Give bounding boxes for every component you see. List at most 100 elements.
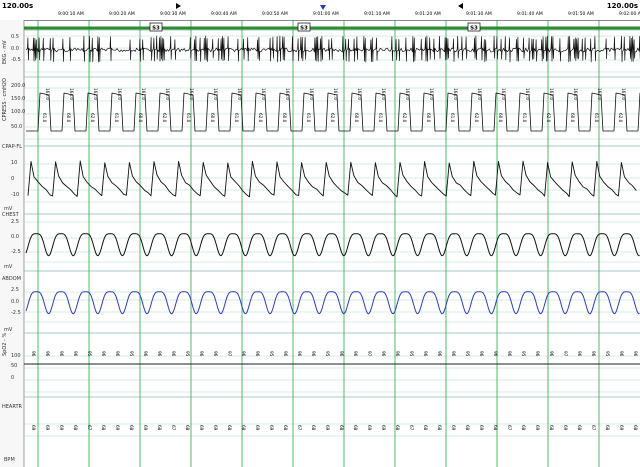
event-marker-label: S3 [300, 26, 308, 32]
cpress-peak-label: 161.0 [141, 88, 146, 100]
spo2-value-label: 96 [395, 351, 400, 357]
unit-label-abdom: mV [4, 327, 13, 333]
heartr-value-label: 69 [479, 425, 484, 431]
cpress-trough-label: 61.0 [234, 113, 239, 123]
cpress-peak-label: 162.0 [261, 88, 266, 100]
cpress-trough-label: 61.0 [522, 113, 527, 123]
heartr-value-label: 68 [549, 425, 554, 431]
cpress-trough-label: 60.0 [282, 113, 287, 123]
tick-label-cpress: 50.0 [11, 124, 23, 130]
spo2-value-label: 96 [241, 351, 246, 357]
spo2-value-label: 95 [325, 351, 330, 357]
polysomnography-chart[interactable]: S3 S3 S3 163.0 61.0 164.0 60.0 162.0 62.0 164.0 61… [0, 20, 640, 467]
spo2-value-label: 96 [283, 351, 288, 357]
spo2-value-label: 97 [367, 351, 372, 357]
channel-name-heartr: HEARTR [2, 404, 22, 410]
cpress-peak-label: 162.0 [429, 88, 434, 100]
spo2-value-label: 96 [143, 351, 148, 357]
spo2-value-label: 96 [157, 351, 162, 357]
heartr-value-label: 68 [633, 425, 638, 431]
cpress-trough-label: 61.0 [378, 113, 383, 123]
tick-label-chest: 0.0 [11, 234, 19, 240]
heartr-value-label: 68 [423, 425, 428, 431]
cpress-peak-label: 163.0 [549, 88, 554, 100]
spo2-value-label: 96 [451, 351, 456, 357]
cpress-trough-label: 61.0 [450, 113, 455, 123]
spo2-value-label: 96 [619, 351, 624, 357]
heartr-value-label: 69 [619, 425, 624, 431]
cpress-trough-label: 61.0 [42, 113, 47, 123]
heartr-value-label: 68 [129, 425, 134, 431]
tick-label-abdom: -2.5 [11, 310, 21, 316]
heartr-value-label: 69 [59, 425, 64, 431]
heartr-value-label: 69 [213, 425, 218, 431]
spo2-value-label: 96 [437, 351, 442, 357]
heartr-value-label: 69 [45, 425, 50, 431]
heartr-value-label: 69 [115, 425, 120, 431]
spo2-value-label: 96 [311, 351, 316, 357]
heartr-value-label: 68 [395, 425, 400, 431]
scroll-right-arrow-icon[interactable] [176, 3, 181, 9]
cpress-trough-label: 61.0 [114, 113, 119, 123]
time-header: 120.00s 120.00s 9:00:10 AM 9:00:20 AM 9:00… [0, 0, 640, 21]
heartr-value-label: 68 [73, 425, 78, 431]
cpress-trough-label: 61.0 [186, 113, 191, 123]
cpress-peak-label: 164.0 [117, 88, 122, 100]
spo2-value-label: 95 [185, 351, 190, 357]
heartr-value-label: 68 [339, 425, 344, 431]
spo2-value-label: 96 [255, 351, 260, 357]
unit-label-heartr: BPM [4, 457, 15, 463]
spo2-value-label: 96 [59, 351, 64, 357]
spo2-value-label: 96 [213, 351, 218, 357]
spo2-value-label: 95 [409, 351, 414, 357]
heartr-value-label: 69 [143, 425, 148, 431]
unit-label-cpap: mV [4, 206, 13, 212]
cpress-peak-label: 163.0 [165, 88, 170, 100]
spo2-value-label: 96 [199, 351, 204, 357]
heartr-value-label: 67 [409, 425, 414, 431]
spo2-value-label: 95 [129, 351, 134, 357]
cpress-trough-label: 61.0 [306, 113, 311, 123]
cpress-peak-label: 163.0 [45, 88, 50, 100]
position-marker-icon[interactable] [320, 5, 326, 10]
spo2-value-label: 96 [535, 351, 540, 357]
spo2-value-label: 96 [591, 351, 596, 357]
spo2-value-label: 96 [297, 351, 302, 357]
heartr-value-label: 68 [283, 425, 288, 431]
cpress-peak-label: 162.0 [357, 88, 362, 100]
cpress-peak-label: 164.0 [189, 88, 194, 100]
spo2-value-label: 97 [227, 351, 232, 357]
tick-label-spo2: 0 [11, 375, 15, 381]
channel-name-cpap: CPAP-FL [2, 144, 22, 150]
unit-label-chest: mV [4, 264, 13, 270]
spo2-value-label: 96 [115, 351, 120, 357]
spo2-value-label: 95 [269, 351, 274, 357]
time-tick-label: 9:00:30 AM [160, 12, 186, 17]
time-tick-label: 9:01:20 AM [415, 12, 441, 17]
tick-label-chest: -2.5 [11, 249, 21, 255]
spo2-value-label: 96 [31, 351, 36, 357]
heartr-value-label: 69 [199, 425, 204, 431]
cpress-trough-label: 60.0 [498, 113, 503, 123]
tick-label-cpap: -10 [11, 192, 20, 198]
cpress-trough-label: 61.0 [594, 113, 599, 123]
heartr-value-label: 68 [157, 425, 162, 431]
scroll-left-arrow-icon[interactable] [458, 3, 463, 9]
spo2-value-label: 96 [507, 351, 512, 357]
cpress-trough-label: 60.0 [66, 113, 71, 123]
spo2-value-label: 96 [633, 351, 638, 357]
time-tick-label: 9:01:50 AM [568, 12, 594, 17]
spo2-value-label: 96 [493, 351, 498, 357]
cpress-trough-label: 62.0 [546, 113, 551, 123]
time-tick-label: 9:01:40 AM [517, 12, 543, 17]
time-tick-label: 9:01:00 AM [313, 12, 339, 17]
spo2-value-label: 95 [521, 351, 526, 357]
heartr-value-label: 68 [465, 425, 470, 431]
spo2-value-label: 97 [563, 351, 568, 357]
cpress-trough-label: 62.0 [402, 113, 407, 123]
cpress-trough-label: 60.0 [570, 113, 575, 123]
window-duration-left: 120.00s [2, 2, 34, 10]
time-tick-label: 9:00:40 AM [211, 12, 237, 17]
cpress-peak-label: 161.0 [525, 88, 530, 100]
tick-label-abdom: 2.5 [11, 287, 19, 293]
